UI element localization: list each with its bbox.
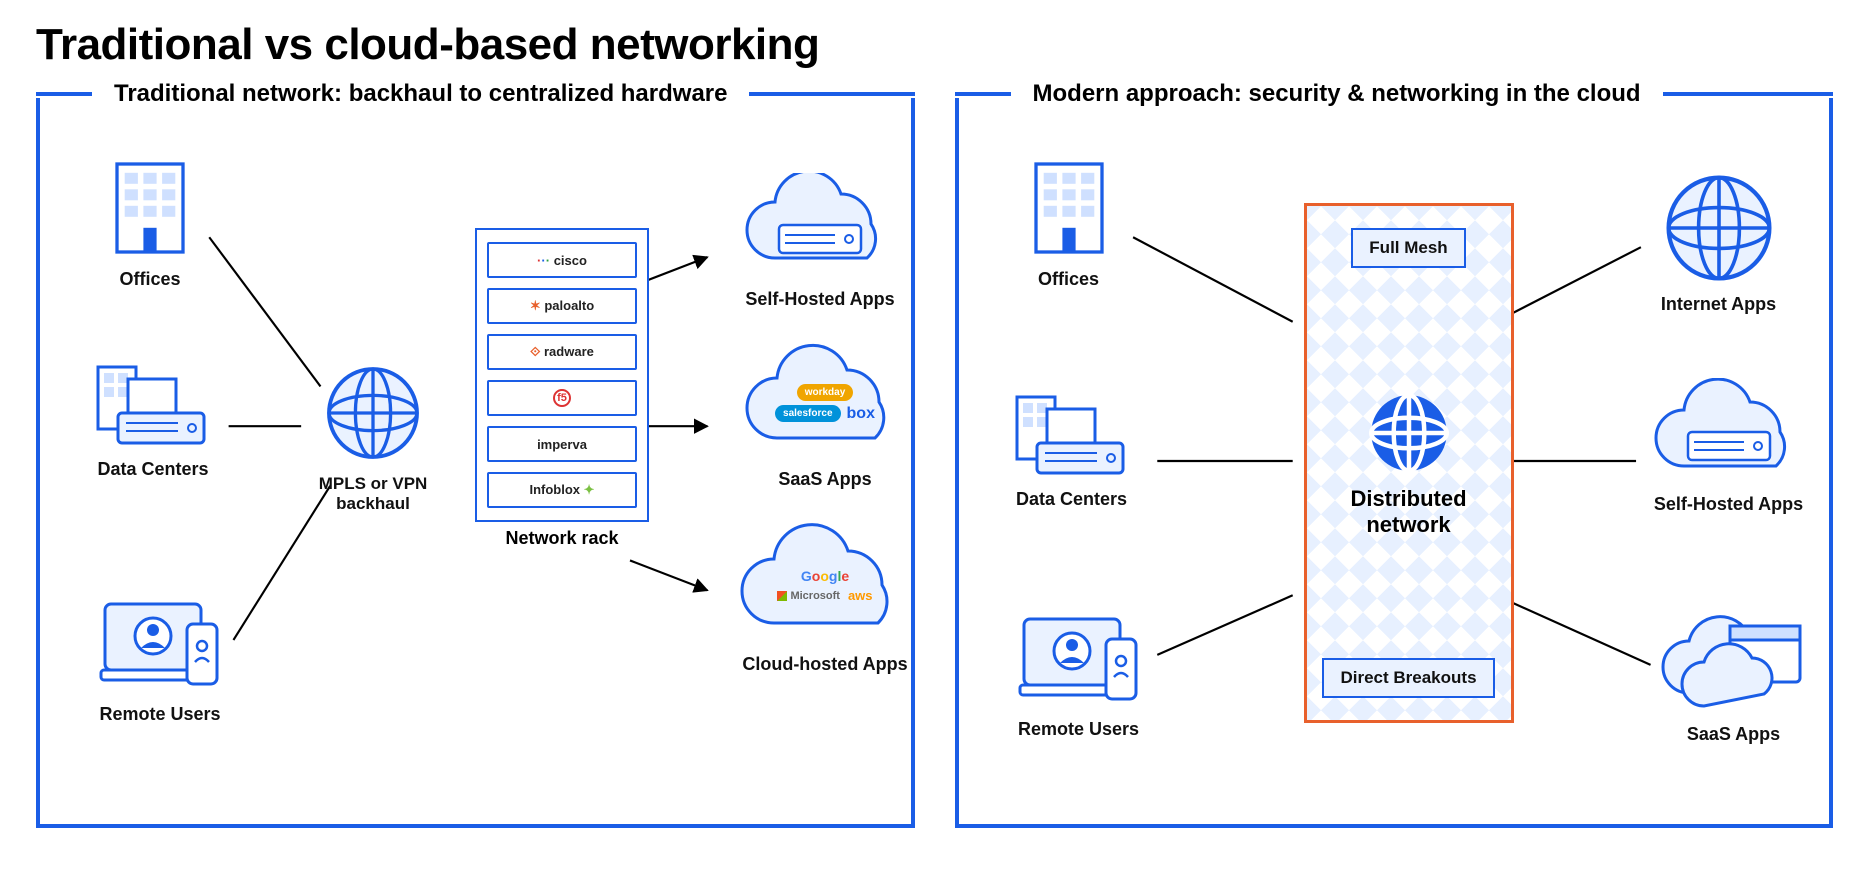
rack-slot-5: Infoblox ✦ [487,472,637,508]
remote-users-icon [1014,603,1144,713]
saas-apps: workday salesforce box SaaS Apps [735,343,915,490]
page-title: Traditional vs cloud-based networking [36,20,1833,70]
cloud-logo-google: Google [801,568,849,584]
label-datacenters: Data Centers [97,459,208,480]
label-saas: SaaS Apps [778,469,871,490]
rack-slot-2: ⟐ radware [487,334,637,370]
label-saas-r: SaaS Apps [1687,724,1780,745]
panel-modern: Modern approach: security & networking i… [955,98,1834,828]
self-hosted-apps: Self-Hosted Apps [735,173,905,310]
rack-slot-4: imperva [487,426,637,462]
cloud-server-icon [1644,378,1814,488]
datacenter-icon [88,353,218,453]
chip-full-mesh: Full Mesh [1351,228,1465,268]
saas-logo-salesforce: salesforce [775,405,840,422]
label-self-hosted: Self-Hosted Apps [745,289,894,310]
label-backhaul: MPLS or VPN backhaul [303,474,443,514]
globe-icon [318,358,428,468]
label-internet-apps: Internet Apps [1661,294,1776,315]
label-remote-r: Remote Users [1018,719,1139,740]
globe-filled-icon [1364,388,1454,478]
cloud-window-icon [1654,598,1814,718]
node-self-hosted-apps-r: Self-Hosted Apps [1644,378,1814,515]
building-icon [1014,153,1124,263]
panels: Traditional network: backhaul to central… [36,98,1833,828]
globe-icon [1659,168,1779,288]
label-offices-r: Offices [1038,269,1099,290]
building-icon [95,153,205,263]
remote-users-icon [95,588,225,698]
label-datacenters-r: Data Centers [1016,489,1127,510]
node-backhaul: MPLS or VPN backhaul [303,358,443,514]
rack-slot-3: f5 [487,380,637,416]
cloud-logo-aws: aws [848,588,873,603]
node-internet-apps: Internet Apps [1659,168,1779,315]
label-cloud-hosted: Cloud-hosted Apps [742,654,907,675]
node-datacenters: Data Centers [88,353,218,480]
node-offices-r: Offices [1014,153,1124,290]
cloud-hosted-apps: Google Microsoft aws Cloud-hosted Apps [730,523,920,675]
node-offices: Offices [95,153,205,290]
distributed-network: Full Mesh Distributed network [1304,203,1514,723]
saas-logo-workday: workday [797,384,854,401]
rack-slot-0: ··· cisco [487,242,637,278]
rack-caption: Network rack [475,528,649,549]
node-remote-users: Remote Users [95,588,225,725]
saas-logo-box: box [847,405,875,423]
label-offices: Offices [119,269,180,290]
node-remote-users-r: Remote Users [1014,603,1144,740]
label-distributed: Distributed network [1321,486,1497,538]
network-rack: ··· cisco ✶ paloalto ⟐ radware f5 imperv… [475,228,649,522]
panel-traditional: Traditional network: backhaul to central… [36,98,915,828]
node-saas-apps-r: SaaS Apps [1654,598,1814,745]
cloud-icon [735,173,905,278]
node-datacenters-r: Data Centers [1007,383,1137,510]
cloud-logo-microsoft: Microsoft [777,590,840,602]
chip-direct-breakouts: Direct Breakouts [1322,658,1494,698]
label-self-hosted-r: Self-Hosted Apps [1654,494,1803,515]
label-remote: Remote Users [99,704,220,725]
datacenter-icon [1007,383,1137,483]
rack-slot-1: ✶ paloalto [487,288,637,324]
